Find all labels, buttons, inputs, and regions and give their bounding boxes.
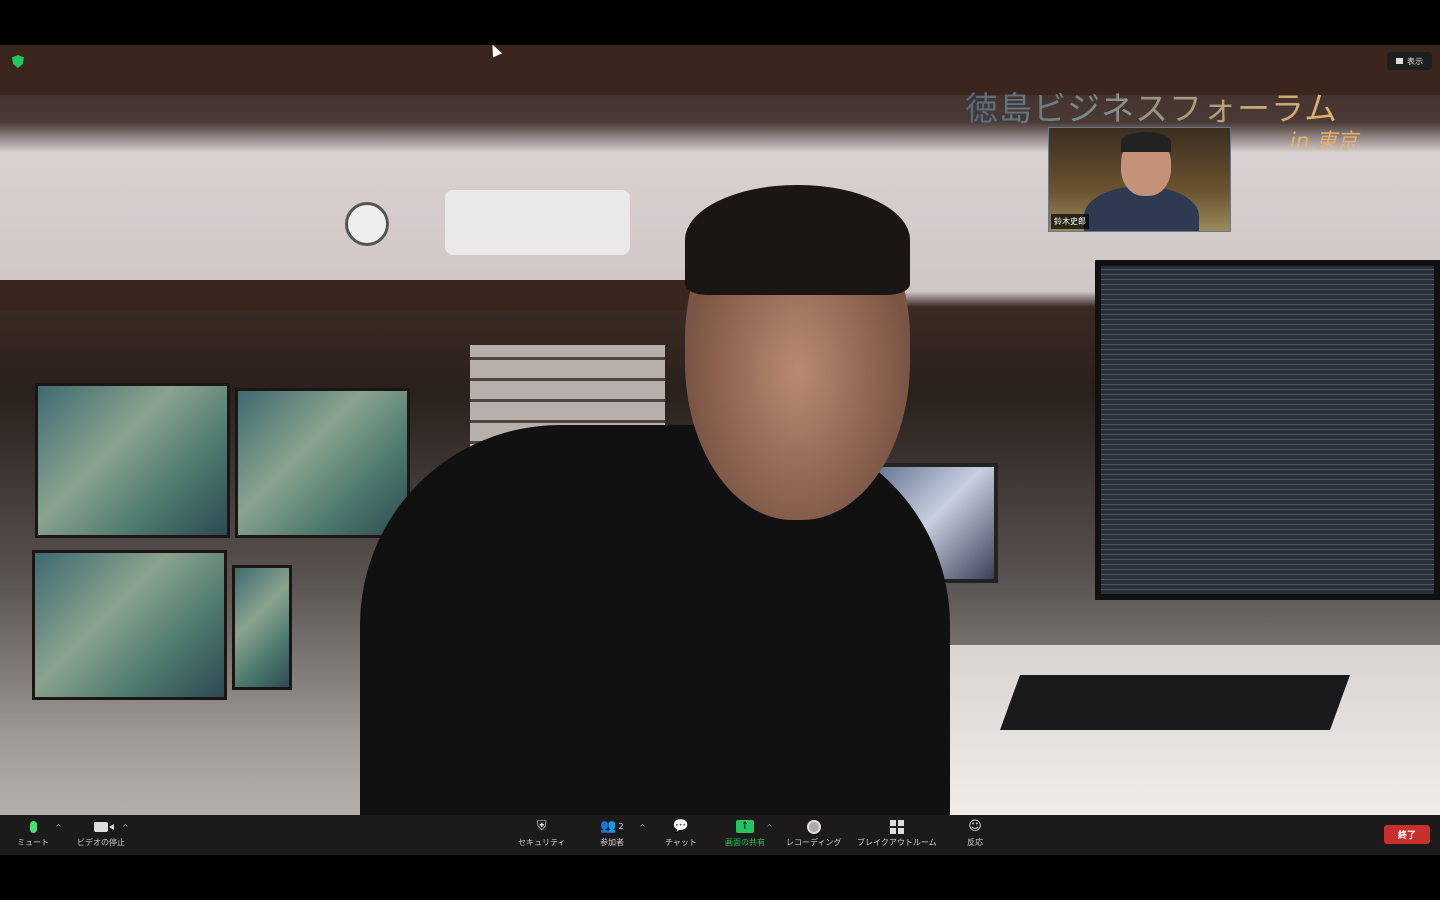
mute-label: ミュート	[17, 838, 49, 847]
end-meeting-button[interactable]: 終了	[1384, 825, 1430, 844]
recording-label: レコーディング	[786, 838, 842, 847]
security-button[interactable]: ⛨ セキュリティ	[518, 819, 566, 848]
participants-button[interactable]: 👥 2 参加者	[600, 819, 624, 848]
participants-caret-icon[interactable]: ^	[639, 823, 646, 832]
share-screen-label: 画面の共有	[725, 838, 765, 847]
breakout-rooms-label: ブレイクアウトルーム	[857, 838, 937, 847]
participant-count: 2	[618, 822, 624, 831]
video-options-caret-icon[interactable]: ^	[122, 823, 129, 832]
thumbnail-hair	[1121, 132, 1171, 152]
meeting-toolbar: ミュート ^ ビデオの停止 ^ ⛨ セキュリティ 👥 2 参加者 ^ 💬 チャット…	[0, 815, 1440, 855]
air-conditioner	[445, 190, 630, 255]
breakout-grid-icon	[889, 819, 904, 834]
reactions-label: 反応	[967, 838, 983, 847]
chat-button[interactable]: 💬 チャット	[665, 819, 697, 848]
reactions-button[interactable]: ☺ 反応	[967, 819, 983, 848]
share-screen-button[interactable]: ↑ 画面の共有	[725, 819, 765, 848]
stop-video-button[interactable]: ビデオの停止	[77, 819, 125, 848]
emoji-add-icon: ☺	[968, 819, 982, 834]
banner-subtitle: in 東京	[1290, 129, 1358, 153]
share-screen-icon: ↑	[736, 819, 754, 834]
person-hair	[685, 185, 910, 295]
audio-options-caret-icon[interactable]: ^	[55, 823, 62, 832]
chat-label: チャット	[665, 838, 697, 847]
monitor	[1095, 260, 1440, 600]
participant-name: 鈴木史郎	[1051, 214, 1089, 229]
breakout-rooms-button[interactable]: ブレイクアウトルーム	[857, 819, 937, 848]
record-icon	[806, 819, 821, 834]
recording-button[interactable]: レコーディング	[786, 819, 841, 848]
view-button[interactable]: 表示	[1387, 52, 1432, 70]
keyboard	[999, 675, 1351, 730]
window	[232, 565, 292, 690]
share-options-caret-icon[interactable]: ^	[766, 823, 773, 832]
window	[35, 383, 230, 538]
participants-label: 参加者	[600, 838, 624, 847]
view-button-label: 表示	[1407, 56, 1423, 66]
microphone-icon	[29, 819, 37, 834]
participants-icon: 👥 2	[600, 819, 624, 834]
wall-beam	[0, 280, 700, 310]
video-camera-icon	[94, 819, 114, 834]
grid-view-icon	[1396, 58, 1403, 64]
stop-video-label: ビデオの停止	[77, 838, 125, 847]
shield-icon: ⛨	[536, 819, 547, 834]
mute-button[interactable]: ミュート	[17, 819, 49, 848]
security-label: セキュリティ	[518, 838, 566, 847]
participant-thumbnail[interactable]: 鈴木史郎	[1048, 127, 1231, 232]
wall-clock	[345, 202, 389, 246]
banner-title: 徳島ビジネスフォーラム	[965, 82, 1338, 130]
chat-bubble-icon: 💬	[672, 819, 690, 834]
window	[32, 550, 227, 700]
window	[235, 388, 410, 538]
